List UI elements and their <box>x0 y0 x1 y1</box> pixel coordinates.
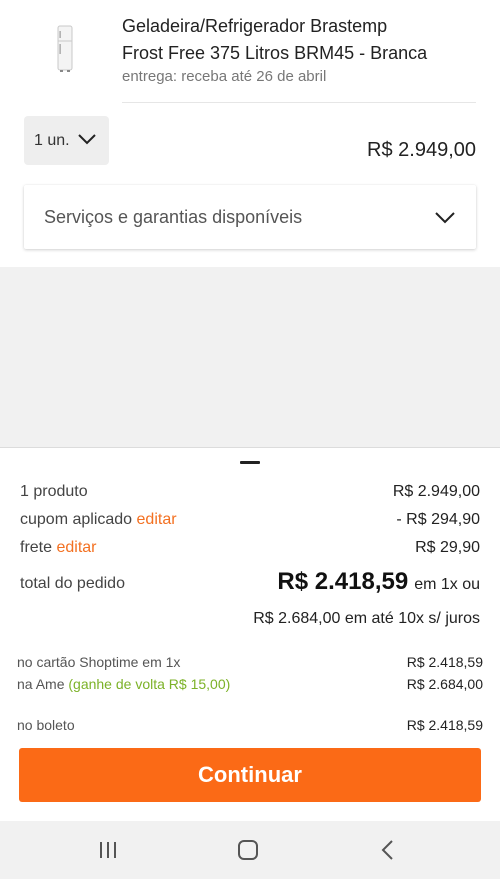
total-label: total do pedido <box>20 575 125 592</box>
card-value: R$ 2.418,59 <box>406 654 483 670</box>
products-label: 1 produto <box>20 483 88 500</box>
coupon-row: cupom aplicado editar - R$ 294,90 <box>20 511 480 529</box>
product-title-line-2[interactable]: Frost Free 375 Litros BRM45 - Branca <box>122 40 462 67</box>
home-icon[interactable] <box>235 837 261 863</box>
ame-value: R$ 2.684,00 <box>406 676 483 692</box>
backdrop-area <box>0 267 500 447</box>
chevron-down-icon <box>78 134 96 145</box>
product-title-line-1[interactable]: Geladeira/Refrigerador Brastemp <box>122 13 462 40</box>
chevron-down-icon <box>435 212 455 224</box>
quantity-dropdown[interactable]: 1 un. <box>24 116 109 165</box>
total-suffix: em 1x ou <box>414 576 480 593</box>
coupon-edit-link[interactable]: editar <box>137 511 177 528</box>
shipping-label: frete <box>20 539 53 556</box>
ame-label: na Ame <box>17 676 65 692</box>
order-summary-sheet: 1 produto R$ 2.949,00 cupom aplicado edi… <box>0 447 500 821</box>
installments-text: R$ 2.684,00 em até 10x s/ juros <box>253 610 480 627</box>
boleto-value: R$ 2.418,59 <box>406 717 483 733</box>
products-row: 1 produto R$ 2.949,00 <box>20 483 480 501</box>
recents-icon[interactable] <box>95 837 121 863</box>
ame-cashback: (ganhe de volta R$ 15,00) <box>68 676 231 692</box>
shipping-row: frete editar R$ 29,90 <box>20 539 480 557</box>
payment-boleto-row: no boleto R$ 2.418,59 <box>17 717 483 733</box>
products-value: R$ 2.949,00 <box>392 483 480 500</box>
coupon-value: - R$ 294,90 <box>396 511 480 528</box>
system-navigation-bar <box>0 821 500 879</box>
total-row: R$ 2.418,59 em 1x ou <box>277 568 480 596</box>
card-label: no cartão Shoptime em 1x <box>17 654 181 670</box>
boleto-label: no boleto <box>17 717 75 733</box>
payment-ame-row: na Ame (ganhe de volta R$ 15,00) R$ 2.68… <box>17 676 483 692</box>
total-value: R$ 2.418,59 <box>277 568 409 595</box>
product-price: R$ 2.949,00 <box>367 139 476 161</box>
services-warranty-dropdown[interactable]: Serviços e garantias disponíveis <box>24 185 476 249</box>
refrigerator-image <box>57 25 73 72</box>
services-label: Serviços e garantias disponíveis <box>44 206 303 227</box>
payment-card-row: no cartão Shoptime em 1x R$ 2.418,59 <box>17 654 483 670</box>
product-title[interactable]: Geladeira/Refrigerador Brastemp Frost Fr… <box>122 13 462 67</box>
delivery-estimate: entrega: receba até 26 de abril <box>122 68 327 85</box>
quantity-value: 1 un. <box>34 131 70 149</box>
divider <box>122 102 476 103</box>
shipping-edit-link[interactable]: editar <box>56 539 96 556</box>
shipping-value: R$ 29,90 <box>415 539 480 556</box>
product-item: Geladeira/Refrigerador Brastemp Frost Fr… <box>0 0 500 103</box>
continue-button[interactable]: Continuar <box>19 748 481 802</box>
coupon-label: cupom aplicado <box>20 511 133 528</box>
back-icon[interactable] <box>375 837 401 863</box>
drag-handle[interactable] <box>240 461 260 464</box>
